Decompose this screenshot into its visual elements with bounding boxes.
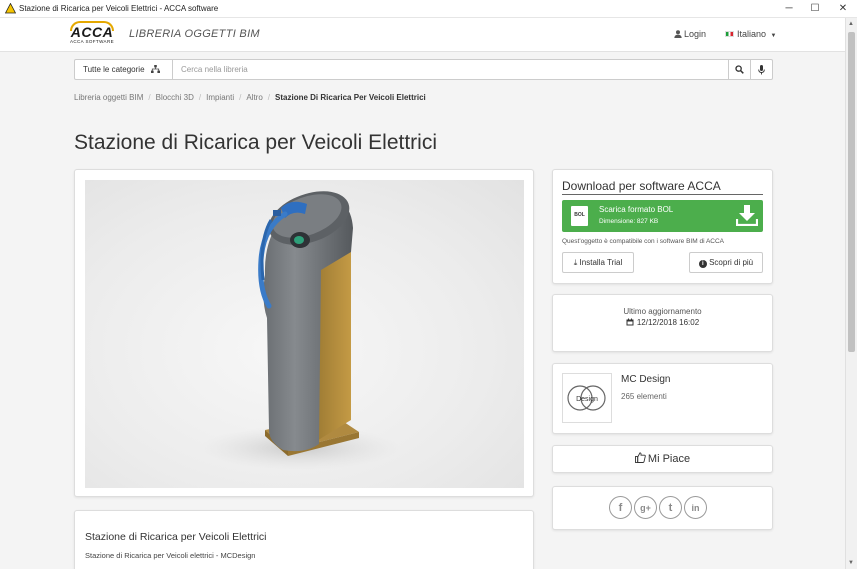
acca-app-icon (5, 3, 16, 14)
search-icon (735, 65, 744, 74)
user-icon (674, 30, 682, 38)
product-image[interactable] (85, 180, 524, 488)
author-logo[interactable]: Design (562, 373, 612, 423)
download-small-icon: ⤓ (573, 258, 578, 267)
facebook-icon[interactable]: f (609, 496, 632, 519)
like-label: Mi Piace (647, 453, 691, 465)
thumbs-up-icon (634, 452, 646, 463)
voice-search-button[interactable] (750, 60, 772, 79)
install-trial-button[interactable]: ⤓ Installa Trial (562, 252, 634, 273)
breadcrumb-item[interactable]: Blocchi 3D (156, 93, 194, 102)
description-panel: Stazione di Ricarica per Veicoli Elettri… (74, 510, 534, 569)
author-element-count: 265 elementi (621, 392, 667, 401)
author-logo-text: Design (576, 396, 598, 403)
breadcrumb-item[interactable]: Impianti (206, 93, 234, 102)
maximize-button[interactable]: ☐ (801, 0, 829, 18)
mc-design-logo-icon: Design (567, 385, 606, 411)
microphone-icon (758, 64, 765, 74)
update-date-row: 12/12/2018 16:02 (553, 318, 772, 327)
breadcrumb-separator: / (148, 93, 151, 102)
install-trial-label: Installa Trial (579, 258, 623, 267)
language-dropdown[interactable]: Italiano ▼ (725, 29, 777, 39)
linkedin-icon[interactable]: in (684, 496, 707, 519)
category-dropdown[interactable]: Tutte le categorie (75, 60, 173, 79)
download-title: Download per software ACCA (562, 179, 763, 195)
download-file-size: Dimensione: 827 KB (599, 218, 659, 225)
bol-file-icon: BOL (571, 206, 588, 226)
logo-word: ACCA (70, 24, 114, 40)
search-button[interactable] (728, 60, 750, 79)
description-text: Stazione di Ricarica per Veicoli elettri… (85, 551, 256, 560)
window-title: Stazione di Ricarica per Veicoli Elettri… (19, 4, 219, 13)
acca-logo[interactable]: ACCA ACCA SOFTWARE (66, 21, 118, 46)
breadcrumb-separator: / (198, 93, 202, 102)
breadcrumb-item[interactable]: Libreria oggetti BIM (74, 93, 143, 102)
language-label: Italiano (737, 29, 767, 39)
search-input[interactable] (174, 60, 727, 79)
like-button[interactable]: Mi Piace (552, 445, 773, 473)
google-plus-icon[interactable]: g+ (634, 496, 657, 519)
breadcrumb-item[interactable]: Altro (246, 93, 262, 102)
social-share-panel: f g+ t in (552, 486, 773, 530)
update-panel: Ultimo aggiornamento 12/12/2018 16:02 (552, 294, 773, 352)
download-panel: Download per software ACCA BOL Scarica f… (552, 169, 773, 284)
description-title: Stazione di Ricarica per Veicoli Elettri… (85, 531, 267, 543)
bol-badge: BOL (574, 212, 585, 218)
info-circle-icon: i (698, 260, 707, 268)
update-label: Ultimo aggiornamento (623, 307, 702, 316)
twitter-icon[interactable]: t (659, 496, 682, 519)
category-label: Tutte le categorie (83, 65, 145, 74)
close-button[interactable]: ✕ (829, 0, 857, 18)
window-titlebar: Stazione di Ricarica per Veicoli Elettri… (0, 0, 857, 18)
learn-more-label: Scopri di più (709, 258, 754, 267)
sitemap-icon (150, 65, 160, 73)
breadcrumb-separator: / (239, 93, 242, 102)
download-arrow-icon (736, 205, 758, 226)
italy-flag-icon (725, 31, 734, 37)
download-bol-button[interactable]: BOL Scarica formato BOL Dimensione: 827 … (562, 200, 763, 232)
caret-down-icon: ▼ (770, 33, 777, 39)
brand-title[interactable]: LIBRERIA OGGETTI BIM (129, 28, 260, 40)
update-date: 12/12/2018 16:02 (636, 318, 700, 327)
author-name[interactable]: MC Design (621, 374, 670, 385)
login-label: Login (684, 29, 707, 39)
scroll-up-arrow-icon[interactable]: ▲ (845, 18, 857, 30)
social-icons: f g+ t in (609, 496, 707, 520)
compatibility-note: Quest'oggetto è compatibile con i softwa… (562, 238, 725, 245)
author-panel: Design MC Design 265 elementi (552, 363, 773, 434)
download-button-label: Scarica formato BOL (599, 205, 674, 214)
page-title: Stazione di Ricarica per Veicoli Elettri… (74, 131, 437, 154)
calendar-icon (626, 318, 634, 326)
logo-subtitle: ACCA SOFTWARE (69, 39, 115, 44)
breadcrumb-current: Stazione Di Ricarica Per Veicoli Elettri… (275, 93, 426, 102)
search-bar: Tutte le categorie (74, 59, 773, 80)
top-navbar: ACCA ACCA SOFTWARE LIBRERIA OGGETTI BIM … (0, 18, 845, 52)
product-image-panel (74, 169, 534, 497)
login-link[interactable]: Login (674, 29, 706, 39)
breadcrumb: Libreria oggetti BIM / Blocchi 3D / Impianti… (74, 93, 426, 102)
charging-station-render (200, 191, 400, 470)
learn-more-button[interactable]: i Scopri di più (689, 252, 763, 273)
scrollbar-thumb[interactable] (848, 32, 855, 352)
minimize-button[interactable]: ─ (775, 0, 803, 18)
scroll-down-arrow-icon[interactable]: ▼ (845, 557, 857, 569)
breadcrumb-separator: / (267, 93, 271, 102)
